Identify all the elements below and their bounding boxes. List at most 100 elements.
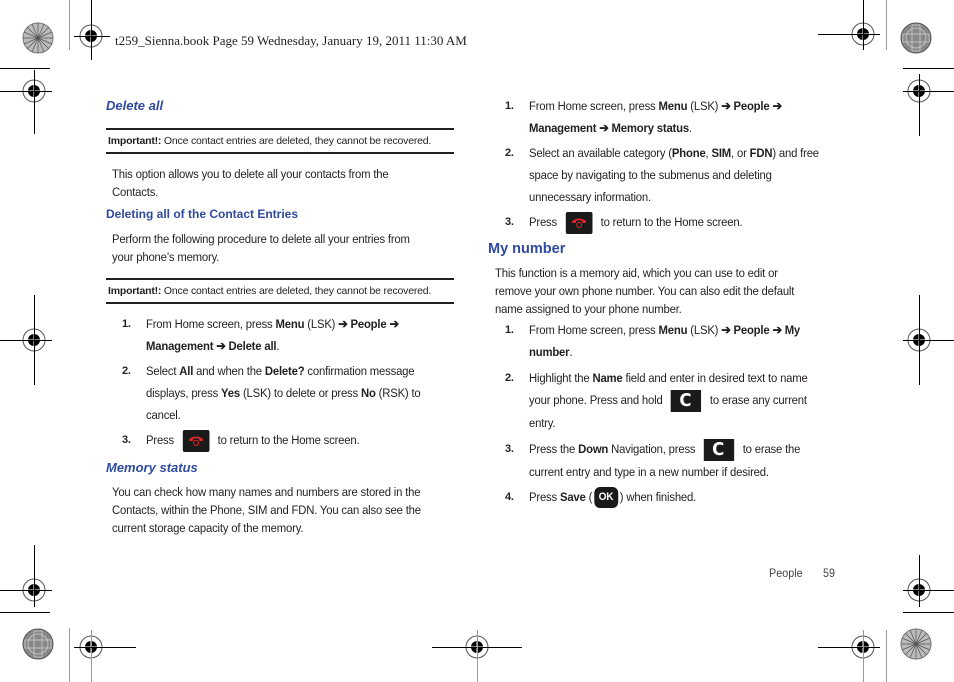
step-bold-text: Management ➔ Memory status xyxy=(529,121,689,135)
step-text: Press xyxy=(146,433,175,447)
step-text: (LSK) to delete or press xyxy=(239,386,361,400)
memory-status-intro: You can check how many names and numbers… xyxy=(112,483,480,537)
step-bold-text: All xyxy=(179,364,194,378)
rich-line: Select All and when the Delete? confirma… xyxy=(146,360,421,382)
rich-line: unnecessary information. xyxy=(529,186,819,208)
step-text: space by navigating to the submenus and … xyxy=(529,168,772,182)
step-number: 2. xyxy=(505,147,514,159)
step-bold-text: Name xyxy=(592,371,623,385)
step-number: 4. xyxy=(505,490,514,503)
step-text: current entry and type in a new number i… xyxy=(529,464,769,479)
text-line: your phone’s memory. xyxy=(112,250,220,264)
step-bold-text: ➔ People ➔ xyxy=(721,99,782,113)
print-header: t259_Sienna.book Page 59 Wednesday, Janu… xyxy=(115,33,467,48)
note-text: Once contact entries are deleted, they c… xyxy=(161,135,432,147)
step-bold-text: number xyxy=(529,345,570,359)
step-text: (RSK) to xyxy=(375,386,421,400)
step-text: . xyxy=(688,121,692,135)
delete-all-steps: 1. From Home screen, press Menu (LSK) ➔ … xyxy=(122,313,444,452)
step-text: From Home screen, press xyxy=(529,323,659,337)
rich-line: number. xyxy=(529,341,800,363)
rich-line: Management ➔ Memory status. xyxy=(529,117,782,139)
note-label: Important!: xyxy=(108,285,162,297)
step-item: 4. Press Save (OK) when finished. xyxy=(505,486,832,508)
footer-section-name: People xyxy=(769,566,803,580)
text-line: Contacts, within the Phone, SIM and FDN.… xyxy=(112,503,421,517)
step-text: confirmation message xyxy=(304,364,415,378)
step-text: Highlight the xyxy=(529,371,593,385)
step-text: (LSK) xyxy=(304,317,339,331)
step-text: Select an available category ( xyxy=(529,146,672,160)
step-text: to return to the Home screen. xyxy=(600,215,743,229)
step-number: 3. xyxy=(505,442,514,455)
step-number: 2. xyxy=(505,372,514,384)
rich-line: cancel. xyxy=(146,404,421,426)
ok-key-icon: OK xyxy=(594,486,618,508)
step-text: to return to the Home screen. xyxy=(217,433,360,447)
step-bold-text: ➔ People ➔ My xyxy=(721,323,801,337)
clear-key-icon: C xyxy=(671,389,702,412)
step-text: Press xyxy=(529,489,560,504)
step-bold-text: Management ➔ Delete all xyxy=(146,339,277,353)
rich-line: entry. xyxy=(529,412,808,434)
text-line: Perform the following procedure to delet… xyxy=(112,232,410,246)
delete-all-intro: This option allows you to delete all you… xyxy=(112,165,480,201)
step-bold-text: Delete? xyxy=(264,364,305,378)
step-text: ) when finished. xyxy=(619,489,697,504)
step-text: (LSK) xyxy=(687,323,722,337)
rich-line: From Home screen, press Menu (LSK) ➔ Peo… xyxy=(146,313,399,335)
my-number-steps: 1. From Home screen, press Menu (LSK) ➔ … xyxy=(505,319,832,508)
step-bold-text: ➔ People ➔ xyxy=(338,317,399,331)
step-text: field and enter in desired text to name xyxy=(622,371,808,385)
rich-line: current entry and type in a new number i… xyxy=(529,461,800,483)
step-text: Press xyxy=(529,215,558,229)
text-line: Contacts. xyxy=(112,185,159,199)
important-note: Important!: Once contact entries are del… xyxy=(106,278,454,304)
step-number: 1. xyxy=(505,100,514,112)
memory-status-steps: 1. From Home screen, press Menu (LSK) ➔ … xyxy=(505,95,844,234)
end-key-icon xyxy=(182,429,210,452)
clear-key-label: C xyxy=(679,389,692,411)
text-line: You can check how many names and numbers… xyxy=(112,485,421,499)
my-number-intro: This function is a memory aid, which you… xyxy=(495,264,863,318)
registration-starburst-icon xyxy=(22,22,54,54)
clear-key-icon: C xyxy=(703,438,735,461)
clear-key-label: C xyxy=(712,438,725,460)
step-text: Select xyxy=(146,364,180,378)
rich-line: From Home screen, press Menu (LSK) ➔ Peo… xyxy=(529,319,800,341)
step-bold-text: Phone xyxy=(671,146,706,160)
rich-line: From Home screen, press Menu (LSK) ➔ Peo… xyxy=(529,95,782,117)
text-line: This option allows you to delete all you… xyxy=(112,167,389,181)
rich-line: Management ➔ Delete all. xyxy=(146,335,399,357)
text-line: name assigned to your phone number. xyxy=(495,302,682,316)
heading-my-number: My number xyxy=(488,241,566,257)
rich-line: Highlight the Name field and enter in de… xyxy=(529,367,808,389)
step-bold-text: No xyxy=(360,386,376,400)
step-text: displays, press xyxy=(146,386,222,400)
text-line: remove your own phone number. You can al… xyxy=(495,284,795,298)
rich-line: displays, press Yes (LSK) to delete or p… xyxy=(146,382,421,404)
heading-memory-status: Memory status xyxy=(106,460,198,475)
step-text: unnecessary information. xyxy=(529,190,651,204)
step-item: 2. Highlight the Name field and enter in… xyxy=(505,367,832,434)
text-line: This function is a memory aid, which you… xyxy=(495,266,778,280)
registration-starburst-icon xyxy=(900,628,932,660)
step-bold-text: Menu xyxy=(275,317,305,331)
step-bold-text: Down xyxy=(578,441,609,456)
step-text: Press the xyxy=(529,441,579,456)
heading-deleting-entries: Deleting all of the Contact Entries xyxy=(106,207,299,221)
step-text: , or xyxy=(731,146,750,160)
step-item: 2. Select All and when the Delete? confi… xyxy=(122,360,444,426)
step-bold-text: FDN xyxy=(749,146,773,160)
step-number: 1. xyxy=(122,318,131,330)
step-text: (LSK) xyxy=(687,99,722,113)
step-text: . xyxy=(569,345,573,359)
deleting-entries-intro: Perform the following procedure to delet… xyxy=(112,230,480,266)
rich-line: space by navigating to the submenus and … xyxy=(529,164,819,186)
step-item: 3. Press the Down Navigation, press C to… xyxy=(505,438,832,483)
step-item: 2. Select an available category (Phone , … xyxy=(505,142,844,208)
step-item: 3. Press to return to the Home screen. xyxy=(122,429,444,452)
step-bold-text: Yes xyxy=(221,386,240,400)
end-key-icon xyxy=(565,211,593,234)
step-text: ) and free xyxy=(772,146,819,160)
